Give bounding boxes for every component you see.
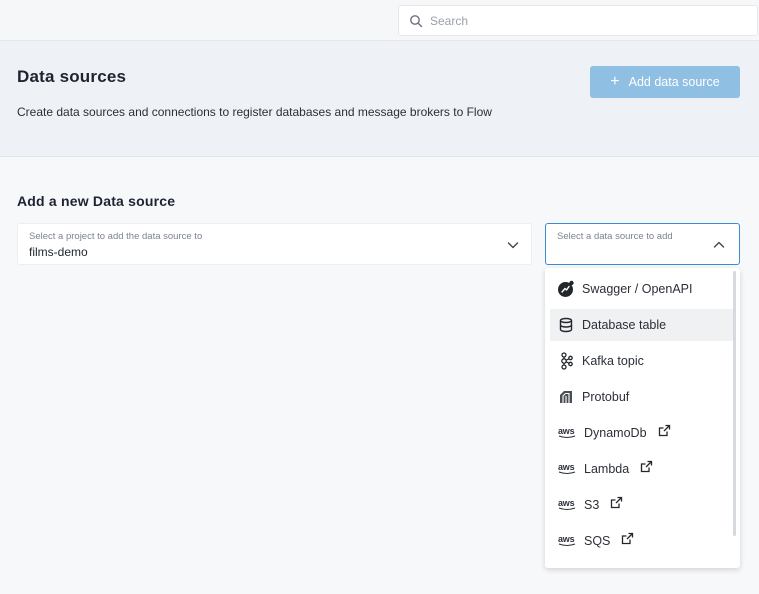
chevron-down-icon <box>506 238 520 252</box>
option-dynamodb[interactable]: aws DynamoDb <box>550 417 733 449</box>
option-sqs[interactable]: aws SQS <box>550 525 733 557</box>
add-data-source-button[interactable]: + Add data source <box>590 66 740 98</box>
data-source-select-label: Select a data source to add <box>557 231 673 242</box>
external-link-icon <box>610 496 623 509</box>
option-label: Swagger / OpenAPI <box>582 282 693 296</box>
chevron-up-icon <box>712 238 726 252</box>
swagger-icon <box>557 280 575 298</box>
option-label: SQS <box>584 534 611 548</box>
aws-icon: aws <box>558 534 576 547</box>
aws-icon: aws <box>558 498 576 511</box>
external-link-icon <box>640 460 653 473</box>
search-input[interactable] <box>430 13 730 28</box>
option-database-table[interactable]: Database table <box>550 309 733 341</box>
top-bar <box>0 0 759 41</box>
project-select[interactable]: Select a project to add the data source … <box>17 223 532 265</box>
page-description: Create data sources and connections to r… <box>17 105 492 119</box>
page-title: Data sources <box>17 67 127 86</box>
kafka-icon <box>557 352 575 370</box>
add-data-source-label: Add data source <box>628 75 720 89</box>
option-swagger-openapi[interactable]: Swagger / OpenAPI <box>550 273 733 305</box>
plus-icon: + <box>610 73 620 90</box>
section-title: Add a new Data source <box>17 193 176 209</box>
option-kafka-topic[interactable]: Kafka topic <box>550 345 733 377</box>
option-label: Protobuf <box>582 390 630 404</box>
search-icon <box>409 14 423 28</box>
option-label: Lambda <box>584 462 630 476</box>
dropdown-scrollbar[interactable] <box>733 271 736 536</box>
external-link-icon <box>621 532 634 545</box>
protobuf-icon <box>557 388 575 406</box>
option-label: S3 <box>584 498 600 512</box>
option-lambda[interactable]: aws Lambda <box>550 453 733 485</box>
data-source-select[interactable]: Select a data source to add <box>545 223 740 265</box>
aws-icon: aws <box>558 426 576 439</box>
option-label: DynamoDb <box>584 426 647 440</box>
page-header: Data sources Create data sources and con… <box>0 41 759 157</box>
search-box[interactable] <box>398 5 758 36</box>
option-label: Database table <box>582 318 667 332</box>
project-select-value: films-demo <box>29 245 88 259</box>
database-icon <box>557 316 575 334</box>
project-select-label: Select a project to add the data source … <box>29 231 203 242</box>
aws-icon: aws <box>558 462 576 475</box>
option-s3[interactable]: aws S3 <box>550 489 733 521</box>
option-label: Kafka topic <box>582 354 644 368</box>
option-protobuf[interactable]: Protobuf <box>550 381 733 413</box>
data-source-dropdown: Swagger / OpenAPI Database table Kafka t… <box>545 268 740 568</box>
external-link-icon <box>658 424 671 437</box>
